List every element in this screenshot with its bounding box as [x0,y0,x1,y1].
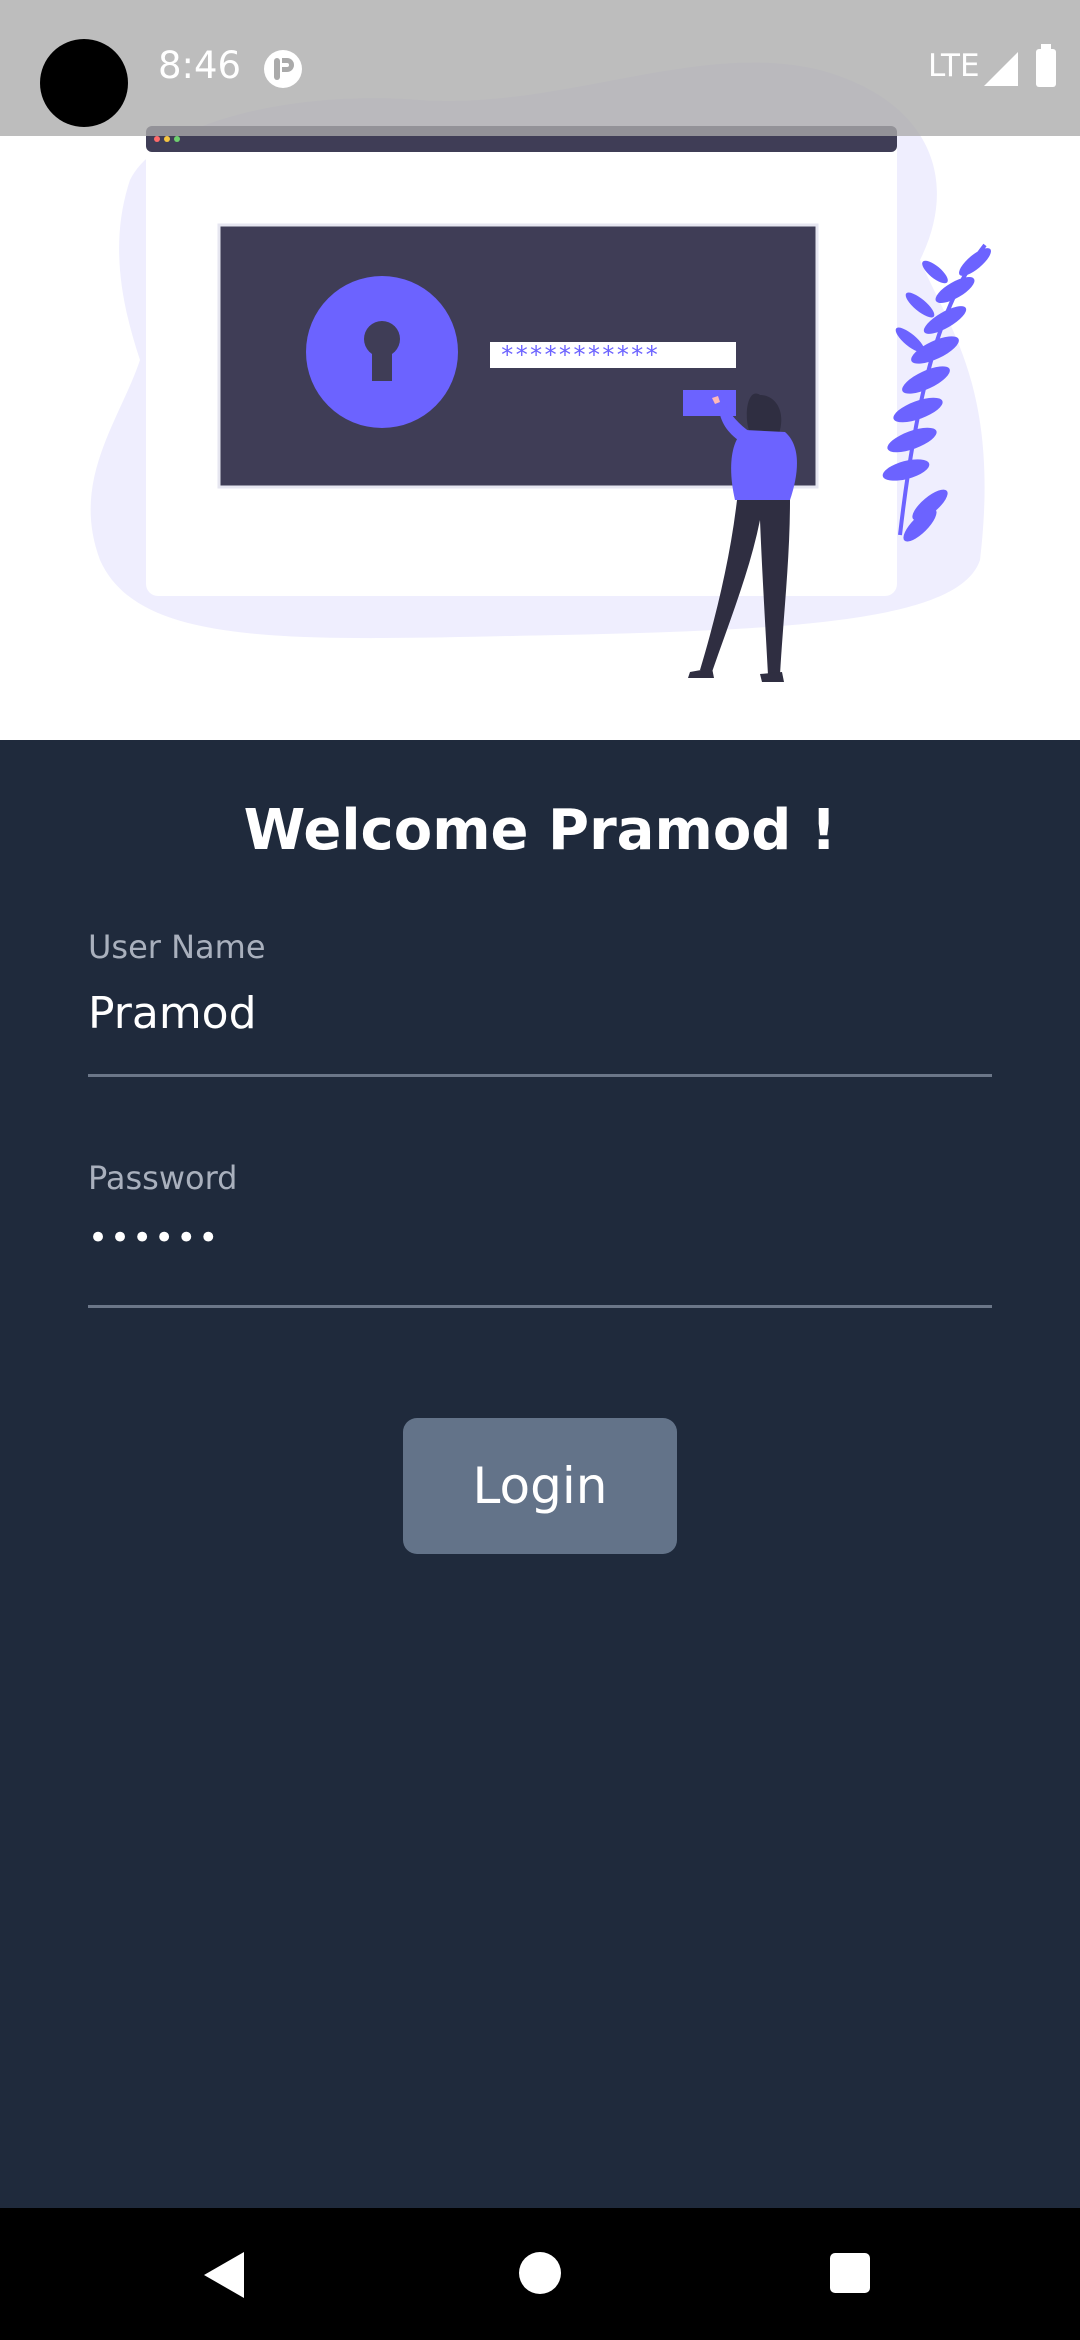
recents-icon[interactable] [830,2253,870,2293]
status-time: 8:46 [158,44,242,87]
window-dot-yellow [164,136,170,142]
window-dot-red [154,136,160,142]
password-input[interactable]: •••••• [88,1218,992,1268]
password-underline [88,1305,992,1308]
battery-icon [1036,44,1056,87]
welcome-title: Welcome Pramod ! [243,798,837,863]
notification-app-icon [264,50,302,88]
camera-cutout [40,39,128,127]
status-bar: 8:46 LTE [0,0,1080,136]
username-input[interactable] [88,984,992,1042]
login-button[interactable]: Login [403,1418,677,1554]
signal-icon [984,52,1018,86]
username-label: User Name [88,928,266,966]
illustration-password-mask: *********** [500,341,659,369]
username-underline [88,1074,992,1077]
window-dot-green [174,136,180,142]
back-icon[interactable] [204,2252,244,2298]
navigation-bar [0,2208,1080,2340]
network-type-label: LTE [928,48,980,84]
password-label: Password [88,1159,238,1197]
home-icon[interactable] [519,2252,561,2294]
